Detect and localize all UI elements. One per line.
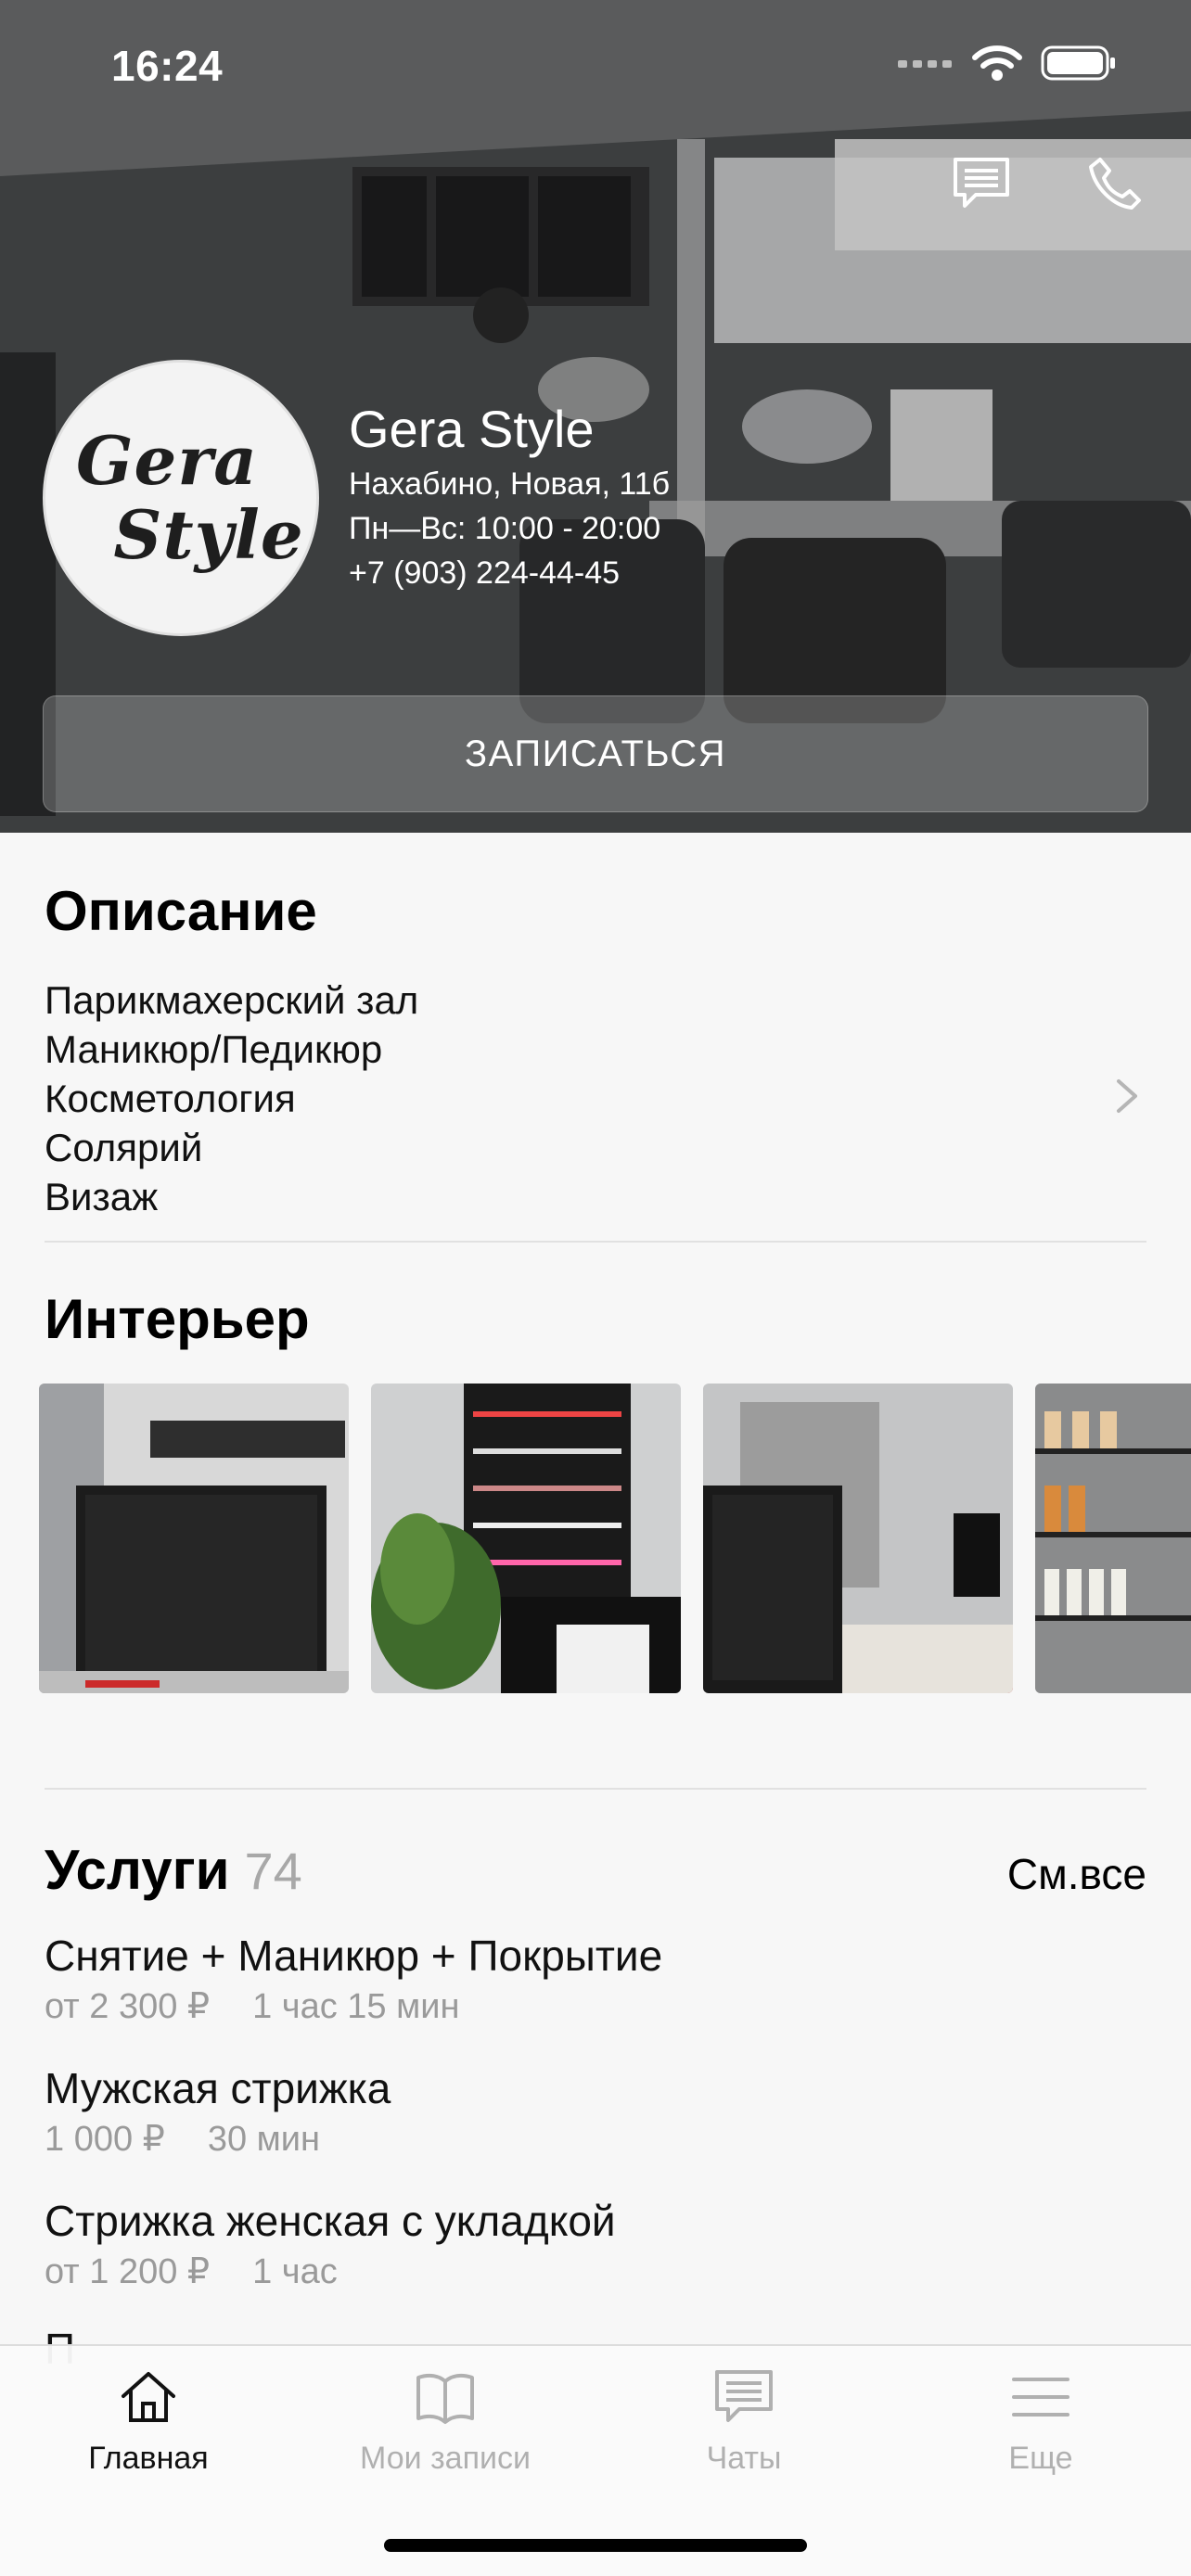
tab-label: Еще (1008, 2441, 1073, 2476)
chat-icon (715, 2370, 773, 2422)
description-item: Визаж (45, 1175, 159, 1218)
cellular-signal-icon (898, 60, 952, 68)
salon-phone[interactable]: +7 (903) 224-44-45 (349, 551, 670, 595)
service-price: от 1 200 ₽ (45, 2252, 211, 2291)
logo-text-gera: Gera (76, 421, 258, 500)
service-name: Снятие + Маникюр + Покрытие (45, 1932, 663, 1980)
interior-title: Интерьер (45, 1288, 310, 1350)
menu-icon (1012, 2378, 1069, 2417)
service-item[interactable]: Снятие + Маникюр + Покрытие от 2 300 ₽ 1 … (45, 1929, 662, 2031)
interior-photo[interactable] (1035, 1384, 1191, 1693)
interior-photo-image (1035, 1384, 1191, 1693)
services-count: 74 (244, 1842, 302, 1900)
status-icons (898, 45, 1117, 82)
battery-icon (1041, 45, 1115, 81)
description-title: Описание (45, 880, 317, 942)
phone-icon (1089, 158, 1141, 210)
interior-photo-image (371, 1384, 681, 1693)
tab-label: Чаты (706, 2441, 782, 2476)
description-item: Косметология (45, 1077, 296, 1120)
tab-label: Главная (88, 2441, 209, 2476)
status-time: 16:24 (111, 42, 224, 90)
service-meta: от 2 300 ₽ 1 час 15 мин (45, 1983, 662, 2031)
interior-photo-image (39, 1384, 349, 1693)
service-name: Мужская стрижка (45, 2064, 391, 2112)
tab-my-bookings[interactable]: Мои записи (297, 2365, 594, 2477)
tab-chats[interactable]: Чаты (596, 2365, 892, 2477)
divider (45, 1788, 1146, 1790)
interior-photo-image (703, 1384, 1013, 1693)
tab-home[interactable]: Главная (0, 2365, 297, 2477)
book-icon (416, 2373, 474, 2424)
chevron-right-icon[interactable] (1113, 1078, 1141, 1115)
service-name: Стрижка женская с укладкой (45, 2197, 616, 2245)
salon-info: Gera Style Нахабино, Новая, 11б Пн—Вс: 1… (349, 397, 670, 595)
description-item: Парикмахерский зал (45, 978, 419, 1022)
service-price: 1 000 ₽ (45, 2120, 165, 2159)
salon-name: Gera Style (349, 400, 595, 458)
home-indicator[interactable] (384, 2539, 807, 2552)
divider (45, 1241, 1146, 1243)
call-button[interactable] (1082, 150, 1148, 217)
description-list[interactable]: Парикмахерский зал Маникюр/Педикюр Косме… (45, 976, 418, 1221)
service-duration: 1 час 15 мин (252, 1987, 460, 2026)
salon-hours: Пн—Вс: 10:00 - 20:00 (349, 511, 661, 546)
interior-photo[interactable] (371, 1384, 681, 1693)
salon-address: Нахабино, Новая, 11б (349, 466, 671, 502)
salon-screen: 16:24 Gera Style Gera Style Нахабино, Но… (0, 0, 1191, 2576)
service-duration: 30 мин (207, 2120, 320, 2159)
logo-text-style: Style (113, 495, 304, 574)
tab-label: Мои записи (360, 2441, 531, 2476)
service-meta: 1 000 ₽ 30 мин (45, 2115, 391, 2163)
salon-logo: Gera Style (43, 360, 319, 636)
tab-more[interactable]: Еще (892, 2365, 1189, 2477)
services-title: Услуги 74 (45, 1838, 302, 1902)
interior-gallery[interactable] (39, 1384, 1191, 1693)
description-item: Солярий (45, 1126, 203, 1169)
hero-actions (948, 150, 1148, 217)
salon-hero: 16:24 Gera Style Gera Style Нахабино, Но… (0, 0, 1191, 833)
service-meta: от 1 200 ₽ 1 час (45, 2248, 616, 2296)
service-item[interactable]: Мужская стрижка 1 000 ₽ 30 мин (45, 2061, 391, 2163)
book-button[interactable]: ЗАПИСАТЬСЯ (43, 695, 1148, 812)
message-button[interactable] (948, 150, 1015, 217)
service-duration: 1 час (252, 2252, 338, 2291)
interior-photo[interactable] (39, 1384, 349, 1693)
interior-photo[interactable] (703, 1384, 1013, 1693)
see-all-link[interactable]: См.все (1007, 1849, 1146, 1899)
wifi-icon (972, 45, 1022, 81)
message-icon (954, 158, 1009, 208)
service-item[interactable]: Стрижка женская с укладкой от 1 200 ₽ 1 ч… (45, 2194, 616, 2296)
service-price: от 2 300 ₽ (45, 1987, 211, 2026)
services-title-text: Услуги (45, 1839, 230, 1901)
home-icon (122, 2372, 175, 2422)
description-item: Маникюр/Педикюр (45, 1027, 383, 1071)
